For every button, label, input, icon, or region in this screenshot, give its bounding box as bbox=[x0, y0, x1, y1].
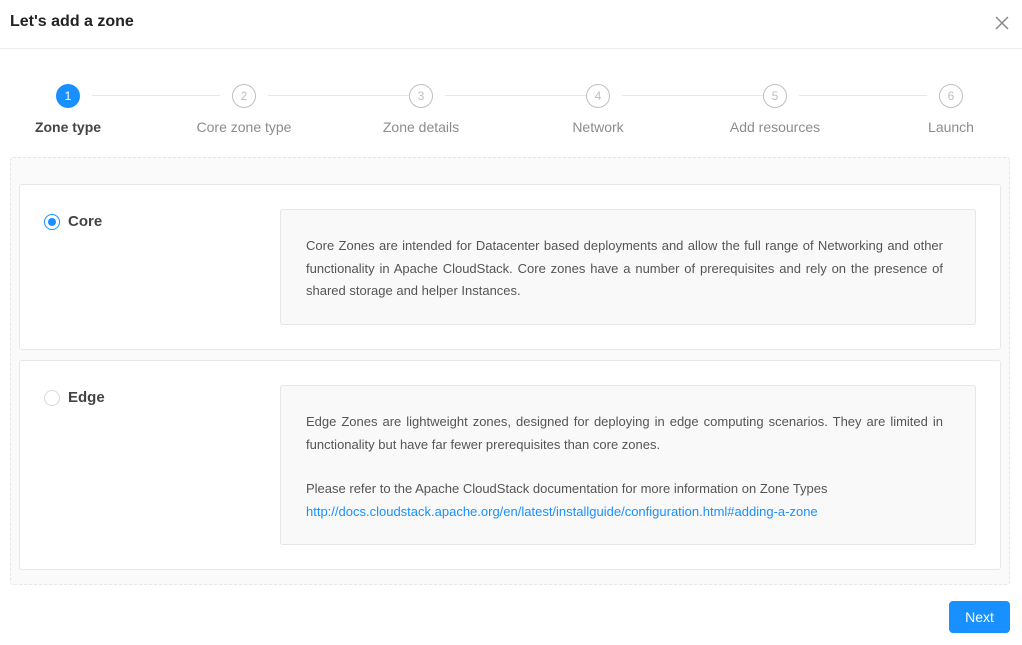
step-3-icon: 3 bbox=[409, 84, 433, 108]
dialog-header: Let's add a zone bbox=[0, 0, 1022, 49]
step-1-label: Zone type bbox=[34, 119, 102, 135]
doc-link[interactable]: http://docs.cloudstack.apache.org/en/lat… bbox=[306, 504, 818, 519]
radio-checked-icon bbox=[44, 213, 60, 230]
core-radio[interactable]: Core bbox=[44, 213, 102, 230]
edge-description: Edge Zones are lightweight zones, design… bbox=[306, 414, 943, 452]
step-2-label: Core zone type bbox=[196, 119, 292, 135]
zone-option-edge[interactable]: Edge Edge Zones are lightweight zones, d… bbox=[19, 360, 1001, 570]
doc-text: Please refer to the Apache CloudStack do… bbox=[306, 481, 828, 496]
next-button[interactable]: Next bbox=[949, 601, 1010, 633]
zone-option-core[interactable]: Core Core Zones are intended for Datacen… bbox=[19, 184, 1001, 350]
step-connector bbox=[799, 95, 927, 96]
step-6-label: Launch bbox=[928, 119, 974, 135]
step-3-label: Zone details bbox=[382, 119, 460, 135]
step-connector bbox=[445, 95, 586, 96]
core-description-box: Core Zones are intended for Datacenter b… bbox=[280, 209, 976, 325]
core-label: Core bbox=[68, 213, 103, 230]
step-connector bbox=[622, 95, 763, 96]
edge-radio[interactable]: Edge bbox=[44, 389, 105, 406]
step-5-icon: 5 bbox=[763, 84, 787, 108]
step-2-icon: 2 bbox=[232, 84, 256, 108]
close-button[interactable] bbox=[990, 11, 1014, 35]
dialog-title: Let's add a zone bbox=[10, 13, 134, 30]
step-6-icon: 6 bbox=[939, 84, 963, 108]
edge-label: Edge bbox=[68, 389, 105, 406]
core-description: Core Zones are intended for Datacenter b… bbox=[306, 238, 943, 298]
step-connector bbox=[92, 95, 220, 96]
step-5-label: Add resources bbox=[729, 119, 821, 135]
step-connector bbox=[268, 95, 409, 96]
close-icon bbox=[995, 16, 1009, 30]
step-1-icon: 1 bbox=[56, 84, 80, 108]
step-4-label: Network bbox=[572, 119, 624, 135]
radio-unchecked-icon bbox=[44, 389, 60, 406]
step-4-icon: 4 bbox=[586, 84, 610, 108]
edge-description-box: Edge Zones are lightweight zones, design… bbox=[280, 385, 976, 545]
